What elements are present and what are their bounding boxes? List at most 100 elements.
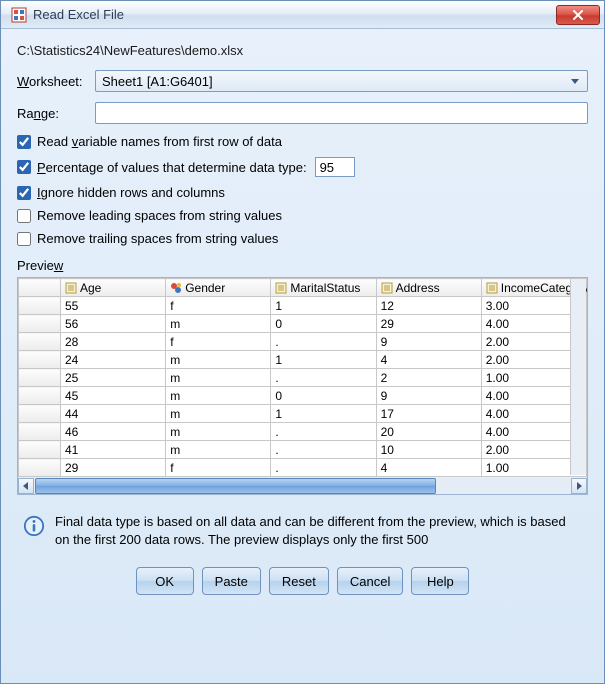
percent-label: Percentage of values that determine data… [37, 160, 307, 175]
row-header[interactable] [19, 297, 61, 315]
row-header[interactable] [19, 333, 61, 351]
cell[interactable]: 4 [376, 351, 481, 369]
row-header[interactable] [19, 405, 61, 423]
close-button[interactable] [556, 5, 600, 25]
row-header[interactable] [19, 369, 61, 387]
cell[interactable]: . [271, 423, 376, 441]
read-names-checkbox[interactable] [17, 135, 31, 149]
table-row: 46m.204.00 [19, 423, 587, 441]
help-button[interactable]: Help [411, 567, 469, 595]
cell[interactable]: m [166, 441, 271, 459]
paste-button[interactable]: Paste [202, 567, 261, 595]
ok-button[interactable]: OK [136, 567, 194, 595]
cell[interactable]: m [166, 423, 271, 441]
column-name: MaritalStatus [290, 281, 360, 295]
range-label: Range: [17, 106, 95, 121]
cell[interactable]: 0 [271, 387, 376, 405]
percent-checkrow[interactable]: Percentage of values that determine data… [17, 157, 588, 177]
ignore-hidden-checkbox[interactable] [17, 186, 31, 200]
cell[interactable]: 56 [61, 315, 166, 333]
row-header[interactable] [19, 441, 61, 459]
scroll-left-button[interactable] [18, 478, 34, 494]
info-box: Final data type is based on all data and… [17, 509, 588, 553]
cell[interactable]: 24 [61, 351, 166, 369]
cell[interactable]: m [166, 387, 271, 405]
range-row: Range: [17, 102, 588, 124]
cell[interactable]: m [166, 369, 271, 387]
remove-leading-checkbox[interactable] [17, 209, 31, 223]
scroll-thumb[interactable] [35, 478, 436, 494]
cell[interactable]: . [271, 369, 376, 387]
cell[interactable]: 4 [376, 459, 481, 477]
row-header[interactable] [19, 387, 61, 405]
cell[interactable]: 25 [61, 369, 166, 387]
column-header[interactable]: Address [376, 279, 481, 297]
reset-button[interactable]: Reset [269, 567, 329, 595]
cell[interactable]: 9 [376, 387, 481, 405]
cell[interactable]: 1 [271, 351, 376, 369]
cell[interactable]: f [166, 459, 271, 477]
cell[interactable]: m [166, 351, 271, 369]
cell[interactable]: 1 [271, 405, 376, 423]
column-header[interactable]: Age [61, 279, 166, 297]
row-header[interactable] [19, 423, 61, 441]
close-icon [572, 10, 584, 20]
cell[interactable]: m [166, 405, 271, 423]
dialog-content: C:\Statistics24\NewFeatures\demo.xlsx Wo… [1, 29, 604, 683]
cell[interactable]: f [166, 297, 271, 315]
cell[interactable]: 0 [271, 315, 376, 333]
read-excel-dialog: Read Excel File C:\Statistics24\NewFeatu… [0, 0, 605, 684]
percent-checkbox[interactable] [17, 160, 31, 174]
cell[interactable]: m [166, 315, 271, 333]
range-input[interactable] [95, 102, 588, 124]
cell[interactable]: 17 [376, 405, 481, 423]
row-header[interactable] [19, 315, 61, 333]
column-header[interactable]: MaritalStatus [271, 279, 376, 297]
remove-leading-checkrow[interactable]: Remove leading spaces from string values [17, 208, 588, 223]
cell[interactable]: 28 [61, 333, 166, 351]
remove-trailing-checkbox[interactable] [17, 232, 31, 246]
column-header[interactable]: Gender [166, 279, 271, 297]
cell[interactable]: 20 [376, 423, 481, 441]
cell[interactable]: f [166, 333, 271, 351]
row-header[interactable] [19, 351, 61, 369]
cell[interactable]: 2 [376, 369, 481, 387]
cell[interactable]: 44 [61, 405, 166, 423]
vertical-scrollbar[interactable] [570, 279, 586, 475]
preview-table: AgeGenderMaritalStatusAddressIncomeCateg… [18, 278, 587, 476]
cell[interactable]: 46 [61, 423, 166, 441]
cell[interactable]: 1 [271, 297, 376, 315]
percent-input[interactable] [315, 157, 355, 177]
preview-label: Preview [17, 258, 588, 273]
preview-table-wrap[interactable]: AgeGenderMaritalStatusAddressIncomeCateg… [18, 278, 587, 476]
cell[interactable]: . [271, 333, 376, 351]
cell[interactable]: 45 [61, 387, 166, 405]
cell[interactable]: 10 [376, 441, 481, 459]
remove-trailing-checkrow[interactable]: Remove trailing spaces from string value… [17, 231, 588, 246]
horizontal-scrollbar[interactable] [18, 476, 587, 494]
preview-box: AgeGenderMaritalStatusAddressIncomeCateg… [17, 277, 588, 495]
column-name: Age [80, 281, 101, 295]
scroll-track[interactable] [35, 478, 570, 494]
cancel-button[interactable]: Cancel [337, 567, 403, 595]
cell[interactable]: 9 [376, 333, 481, 351]
table-row: 25 m.21.00 [19, 369, 587, 387]
row-header[interactable] [19, 459, 61, 477]
cell[interactable]: 41 [61, 441, 166, 459]
worksheet-combo[interactable]: Sheet1 [A1:G6401] [95, 70, 588, 92]
column-name: Address [396, 281, 440, 295]
corner-cell [19, 279, 61, 297]
cell[interactable]: 55 [61, 297, 166, 315]
read-names-checkrow[interactable]: Read variable names from first row of da… [17, 134, 588, 149]
ignore-hidden-label: Ignore hidden rows and columns [37, 185, 225, 200]
read-names-label: Read variable names from first row of da… [37, 134, 282, 149]
cell[interactable]: 29 [376, 315, 481, 333]
scroll-right-button[interactable] [571, 478, 587, 494]
worksheet-value: Sheet1 [A1:G6401] [102, 74, 213, 89]
ignore-hidden-checkrow[interactable]: Ignore hidden rows and columns [17, 185, 588, 200]
cell[interactable]: . [271, 459, 376, 477]
cell[interactable]: . [271, 441, 376, 459]
cell[interactable]: 12 [376, 297, 481, 315]
button-bar: OK Paste Reset Cancel Help [17, 567, 588, 595]
cell[interactable]: 29 [61, 459, 166, 477]
